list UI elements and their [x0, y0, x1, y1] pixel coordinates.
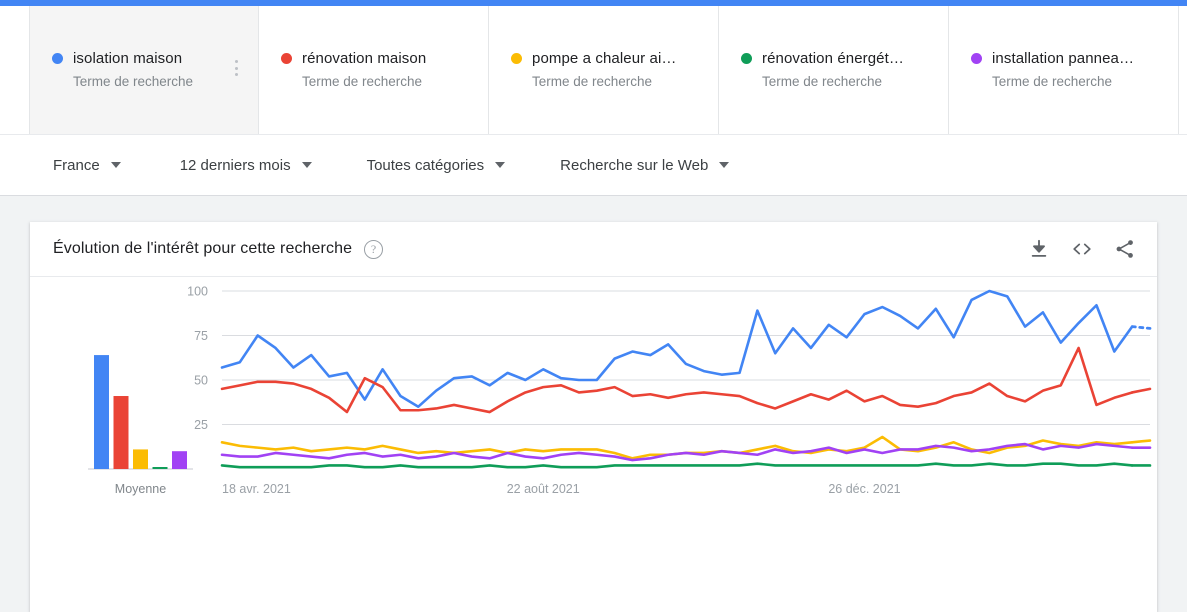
average-bar-2[interactable]: [113, 396, 129, 469]
filter-location-label: France: [53, 156, 100, 174]
search-term-title-line-2: rénovation maison: [281, 50, 478, 67]
chart-card-header: Évolution de l'intérêt pour cette recher…: [30, 222, 1157, 277]
embed-code-icon[interactable]: [1071, 238, 1093, 260]
average-bar-1[interactable]: [94, 355, 109, 469]
more-options-icon[interactable]: [228, 58, 244, 78]
search-term-type-1: Terme de recherche: [73, 74, 194, 89]
search-term-title-line-3: pompe a chaleur ai…: [511, 50, 708, 67]
search-term-title-line-5: installation pannea…: [971, 50, 1168, 67]
chart-title: Évolution de l'intérêt pour cette recher…: [53, 240, 353, 257]
series-color-dot-icon: [511, 53, 522, 64]
search-term-content-1: isolation maison Terme de recherche: [52, 50, 248, 89]
filter-category[interactable]: Toutes catégories: [367, 157, 506, 174]
filter-time-range[interactable]: 12 derniers mois: [180, 157, 312, 174]
search-term-content-3: pompe a chaleur ai… Terme de recherche: [511, 50, 708, 89]
search-term-content-5: installation pannea… Terme de recherche: [971, 50, 1168, 89]
filter-category-label: Toutes catégories: [366, 156, 485, 174]
y-axis-tick-label: 100: [187, 285, 208, 299]
filter-time-range-label: 12 derniers mois: [179, 156, 291, 174]
average-panel-label: Moyenne: [115, 482, 166, 496]
search-term-type-5: Terme de recherche: [992, 74, 1113, 89]
search-term-type-2: Terme de recherche: [302, 74, 423, 89]
download-icon[interactable]: [1028, 238, 1050, 260]
chevron-down-icon: [301, 162, 312, 168]
chevron-down-icon: [110, 162, 121, 168]
filter-location[interactable]: France: [53, 157, 121, 174]
search-term-content-4: rénovation énergét… Terme de recherche: [741, 50, 938, 89]
search-term-label-1: isolation maison: [73, 50, 183, 67]
search-term-card-4[interactable]: rénovation énergét… Terme de recherche: [719, 6, 949, 134]
series-color-dot-icon: [281, 53, 292, 64]
filter-bar: France 12 derniers mois Toutes catégorie…: [0, 134, 1187, 196]
chart-header-actions: [1028, 238, 1136, 260]
interest-over-time-card: Évolution de l'intérêt pour cette recher…: [30, 222, 1157, 612]
search-term-type-4: Terme de recherche: [762, 74, 883, 89]
chart-line-tail: [1130, 439, 1152, 444]
help-icon[interactable]: ?: [364, 239, 384, 259]
chart-plot-area[interactable]: 25 50 75 100 18 avr. 2021 22 août 2021 26 déc.…: [30, 277, 1157, 611]
chevron-down-icon: [495, 162, 506, 168]
trends-line-chart[interactable]: 25 50 75 100 18 avr. 2021 22 août 2021 26 déc.…: [30, 277, 1157, 611]
chart-line-tail: [1130, 387, 1152, 394]
average-bar-4[interactable]: [152, 467, 168, 469]
page-body: Évolution de l'intérêt pour cette recher…: [0, 196, 1187, 612]
search-term-content-2: rénovation maison Terme de recherche: [281, 50, 478, 89]
search-term-type-3: Terme de recherche: [532, 74, 653, 89]
y-axis-tick-label: 25: [194, 418, 208, 432]
search-term-card-2[interactable]: rénovation maison Terme de recherche: [259, 6, 489, 134]
search-term-title-line-1: isolation maison: [52, 50, 248, 67]
x-axis-tick-label: 26 déc. 2021: [828, 482, 900, 496]
average-bar-5[interactable]: [172, 451, 187, 469]
search-term-label-5: installation pannea…: [992, 50, 1135, 67]
chart-line-series-4[interactable]: [220, 462, 1134, 469]
search-term-label-2: rénovation maison: [302, 50, 427, 67]
chart-line-partial-segment: [1130, 325, 1152, 330]
filter-search-type-label: Recherche sur le Web: [560, 156, 709, 174]
search-term-label-3: pompe a chaleur ai…: [532, 50, 677, 67]
series-color-dot-icon: [971, 53, 982, 64]
y-axis-tick-label: 75: [194, 329, 208, 343]
search-term-card-3[interactable]: pompe a chaleur ai… Terme de recherche: [489, 6, 719, 134]
search-term-card-5[interactable]: installation pannea… Terme de recherche: [949, 6, 1179, 134]
terms-left-spacer: [0, 6, 29, 134]
chevron-down-icon: [719, 162, 730, 168]
series-color-dot-icon: [52, 53, 63, 64]
search-term-title-line-4: rénovation énergét…: [741, 50, 938, 67]
filter-search-type[interactable]: Recherche sur le Web: [560, 156, 730, 174]
y-axis-tick-label: 50: [194, 374, 208, 388]
search-term-label-4: rénovation énergét…: [762, 50, 904, 67]
series-color-dot-icon: [741, 53, 752, 64]
average-bar-3[interactable]: [133, 449, 148, 469]
x-axis-tick-label: 22 août 2021: [507, 482, 580, 496]
x-axis-tick-label: 18 avr. 2021: [222, 482, 291, 496]
share-icon[interactable]: [1114, 238, 1136, 260]
search-terms-row: isolation maison Terme de recherche réno…: [0, 6, 1187, 134]
search-term-card-1[interactable]: isolation maison Terme de recherche: [29, 6, 259, 134]
